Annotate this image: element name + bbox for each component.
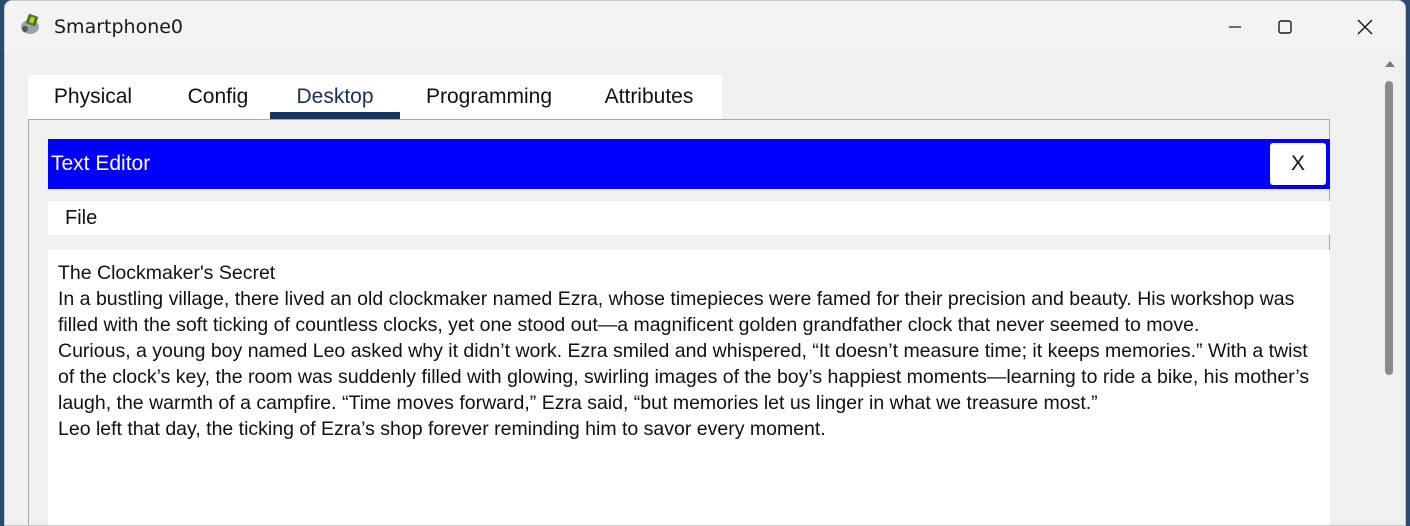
tab-bar: Physical Config Desktop Programming Attr… [28, 75, 722, 119]
packet-tracer-device-icon [19, 13, 43, 37]
text-line-paragraph-2: Curious, a young boy named Leo asked why… [58, 340, 1310, 414]
tab-config[interactable]: Config [166, 75, 270, 119]
text-line-title: The Clockmaker's Secret [58, 262, 276, 284]
title-bar: Smartphone0 [5, 1, 1405, 53]
vertical-scrollbar[interactable] [1375, 53, 1405, 525]
tab-attributes[interactable]: Attributes [580, 75, 718, 119]
file-menu[interactable]: File [65, 207, 97, 230]
close-window-button[interactable] [1335, 1, 1395, 53]
text-line-paragraph-3: Leo left that day, the ticking of Ezra’s… [58, 418, 826, 440]
text-line-paragraph-1: In a bustling village, there lived an ol… [58, 288, 1295, 336]
close-icon [1357, 19, 1373, 35]
tab-desktop[interactable]: Desktop [270, 75, 400, 119]
main-content: Physical Config Desktop Programming Attr… [5, 53, 1375, 525]
text-editor-title: Text Editor [51, 152, 151, 175]
minimize-icon [1229, 26, 1241, 28]
window-title: Smartphone0 [54, 16, 184, 38]
tab-physical[interactable]: Physical [28, 75, 158, 119]
desktop-panel: Text Editor X File The Clockmaker's Secr… [28, 119, 1330, 525]
text-editor-menubar: File [48, 201, 1330, 235]
maximize-button[interactable] [1255, 1, 1315, 53]
text-editor-close-button[interactable]: X [1270, 143, 1326, 185]
tab-programming[interactable]: Programming [408, 75, 570, 119]
app-window: Smartphone0 Physical Config Desktop Prog… [4, 0, 1406, 526]
maximize-icon [1278, 20, 1292, 34]
scroll-up-arrow-icon[interactable] [1385, 61, 1395, 67]
text-editor-textarea[interactable]: The Clockmaker's Secret In a bustling vi… [48, 250, 1330, 525]
scroll-thumb[interactable] [1385, 81, 1393, 375]
text-editor-header: Text Editor X [48, 139, 1330, 189]
